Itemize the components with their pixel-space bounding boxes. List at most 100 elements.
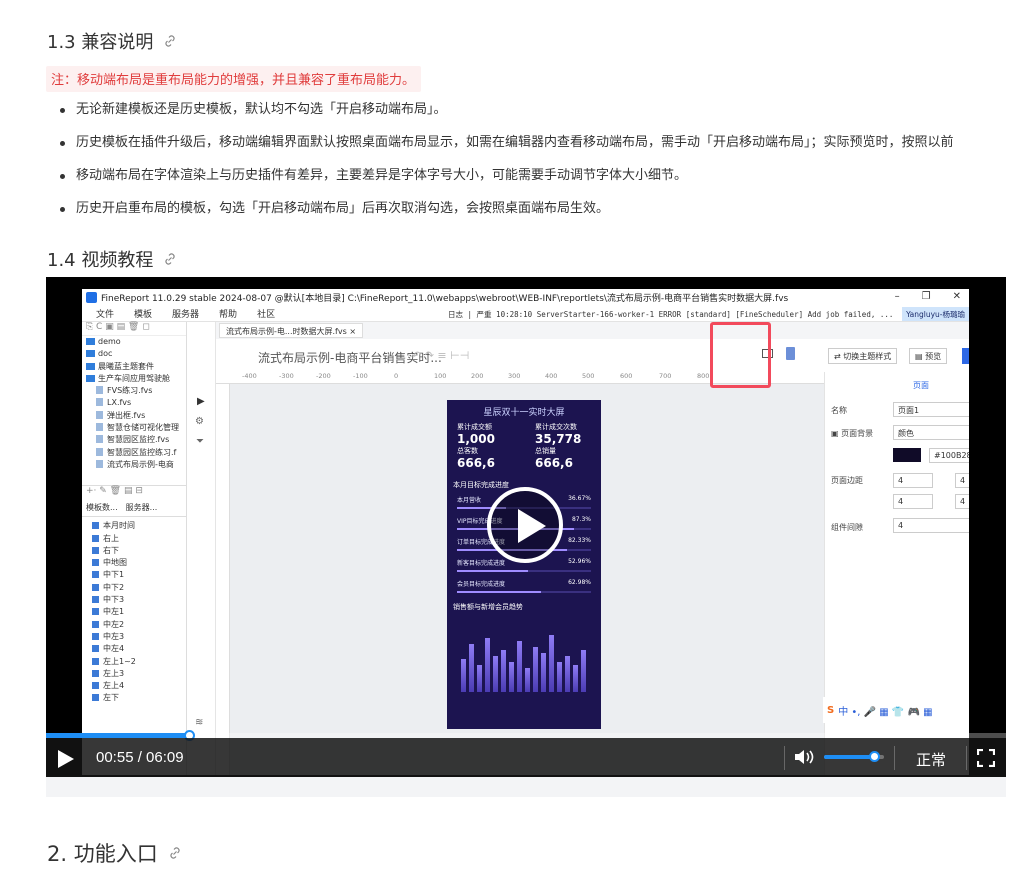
widget-item: 中左1 — [86, 606, 186, 618]
anchor-link-icon[interactable] — [163, 252, 177, 266]
left-tabs: 模板数... 服务器... — [82, 499, 186, 518]
trend-bar — [565, 656, 570, 692]
volume-slider[interactable] — [824, 751, 884, 762]
progress-row-label: 会员目标完成进度 — [457, 581, 506, 588]
folder-icon — [86, 362, 95, 370]
app-menubar: 文件 模板 服务器 帮助 社区 日志 | 严重 10:28:10 ServerS… — [82, 306, 969, 322]
background-icon: ▣ — [831, 429, 842, 438]
tool-column: ▶ ⚙ ⏷ ≋ — [187, 322, 216, 775]
play-icon[interactable] — [58, 750, 74, 768]
trend-bar — [549, 635, 554, 692]
tree-file: FVS练习.fvs — [86, 385, 186, 397]
widget-label: 中下1 — [103, 570, 125, 580]
progress-row-pct: 62.98% — [568, 579, 591, 586]
mobile-dashboard-preview: 星辰双十一实时大屏 累计成交额 1,000 累计成交次数 35,778 总客数 666… — [447, 400, 601, 729]
trend-bar — [485, 638, 490, 692]
tree-item-label: 智慧园区监控.fvs — [107, 435, 170, 445]
tree-folder: 晨曦蓝主题套件 — [86, 361, 186, 373]
widget-icon — [92, 645, 99, 653]
menu-item: 模板 — [134, 310, 153, 320]
ruler-tick: -300 — [279, 372, 294, 380]
widget-icon — [92, 608, 99, 616]
trend-bar — [557, 662, 562, 692]
layers-tool-icon: ≋ — [195, 717, 204, 728]
menu-item: 社区 — [257, 310, 276, 320]
progress-row-bar — [457, 591, 591, 593]
ruler-tick: -400 — [242, 372, 257, 380]
progress-row-bar — [457, 570, 591, 572]
trend-bar — [541, 653, 546, 692]
tree-file: 弹出框.fvs — [86, 410, 186, 422]
kpi-value: 1,000 — [457, 432, 495, 446]
volume-handle[interactable] — [868, 751, 880, 762]
trend-bar — [573, 665, 578, 692]
color-hex-field: #100B28 — [929, 448, 969, 463]
widget-label: 左上4 — [103, 681, 125, 691]
filter-tool-icon: ⏷ — [196, 436, 204, 447]
tree-file: 智慧仓储可视化管理 — [86, 422, 186, 434]
kpi-label: 累计成交额 — [457, 423, 492, 431]
progress-row-label: 新客目标完成进度 — [457, 560, 506, 567]
save-button: ▣ 保存 — [962, 348, 969, 364]
widget-icon — [92, 559, 99, 567]
ruler-tick: 200 — [471, 372, 484, 380]
vertical-ruler — [216, 384, 230, 775]
widget-toolbar: +· ✎ 🗑 ▤ ⊟ — [82, 485, 186, 499]
menu-item: 文件 — [96, 310, 115, 320]
ruler-tick: -200 — [316, 372, 331, 380]
file-icon — [96, 398, 103, 407]
section-heading-video: 1.4 视频教程 — [47, 246, 177, 272]
margin-top-field: 4 — [893, 473, 933, 488]
widget-label: 右下 — [103, 545, 119, 555]
kpi-label: 总客数 — [457, 447, 478, 455]
anchor-link-icon[interactable] — [163, 34, 177, 48]
ime-icons: 中 •, 🎤 ▦ 👕 🎮 ▦ — [838, 706, 933, 718]
widget-label: 中左3 — [103, 631, 125, 641]
section-heading-compat: 1.3 兼容说明 — [47, 28, 177, 54]
folder-icon — [86, 350, 95, 358]
widget-item: 左上3 — [86, 668, 186, 680]
tree-item-label: 智慧仓储可视化管理 — [107, 423, 179, 433]
divider — [966, 746, 967, 770]
playback-speed-button[interactable]: 正常 — [916, 749, 946, 770]
margin-right-field: 4 — [955, 494, 969, 509]
canvas-toolbar: 流式布局示例-电商平台销售实时... ↶ ↷ ≡ ⊢⊣ ⇄ 切换主题样式 ▤ 预… — [216, 339, 969, 372]
kpi-card: 累计成交额 1,000 — [457, 422, 495, 446]
tree-folder: 生产车间应用驾驶舱 — [86, 373, 186, 385]
big-play-icon[interactable] — [487, 487, 563, 563]
tree-file: 流式布局示例-电商 — [86, 459, 186, 471]
finereport-logo-icon — [86, 292, 97, 303]
kpi-value: 35,778 — [535, 432, 582, 446]
volume-icon[interactable] — [794, 748, 816, 766]
video-player[interactable]: FineReport 11.0.29 stable 2024-08-07 @默认… — [46, 277, 1006, 777]
volume-fill — [824, 755, 874, 759]
ruler-tick: 700 — [659, 372, 672, 380]
divider — [894, 746, 895, 770]
file-icon — [96, 423, 103, 432]
file-icon — [96, 447, 103, 456]
section-label: 销售额与新增会员趋势 — [453, 603, 523, 611]
tree-folder: doc — [86, 348, 186, 360]
list-item: 历史开启重布局的模板，勾选「开启移动端布局」后再次取消勾选，会按照桌面端布局生效… — [60, 199, 1026, 232]
sogou-logo-icon: S — [827, 704, 835, 716]
fullscreen-icon[interactable] — [977, 749, 995, 767]
color-swatch — [893, 448, 921, 462]
tree-item-label: 弹出框.fvs — [107, 410, 146, 420]
video-container: FineReport 11.0.29 stable 2024-08-07 @默认… — [46, 277, 1006, 797]
background-label: ▣ 页面背景 — [831, 428, 873, 439]
trend-bar — [493, 656, 498, 692]
name-label: 名称 — [831, 406, 847, 415]
player-controls: 00:55 / 06:09 正常 — [46, 738, 1006, 777]
gap-field: 4px — [893, 518, 969, 533]
tree-item-label: 智慧园区监控练习.f — [107, 447, 177, 457]
mobile-view-icon — [786, 347, 795, 360]
anchor-link-icon[interactable] — [168, 846, 182, 860]
file-icon — [96, 459, 103, 468]
widget-item: 本月时间 — [86, 520, 186, 532]
widget-item: 中下3 — [86, 594, 186, 606]
widget-label: 左上1~2 — [103, 656, 136, 666]
widget-item: 中左2 — [86, 619, 186, 631]
widget-label: 左上3 — [103, 668, 125, 678]
widget-icon — [92, 682, 99, 690]
progress-row: 会员目标完成进度 62.98% — [457, 579, 591, 593]
